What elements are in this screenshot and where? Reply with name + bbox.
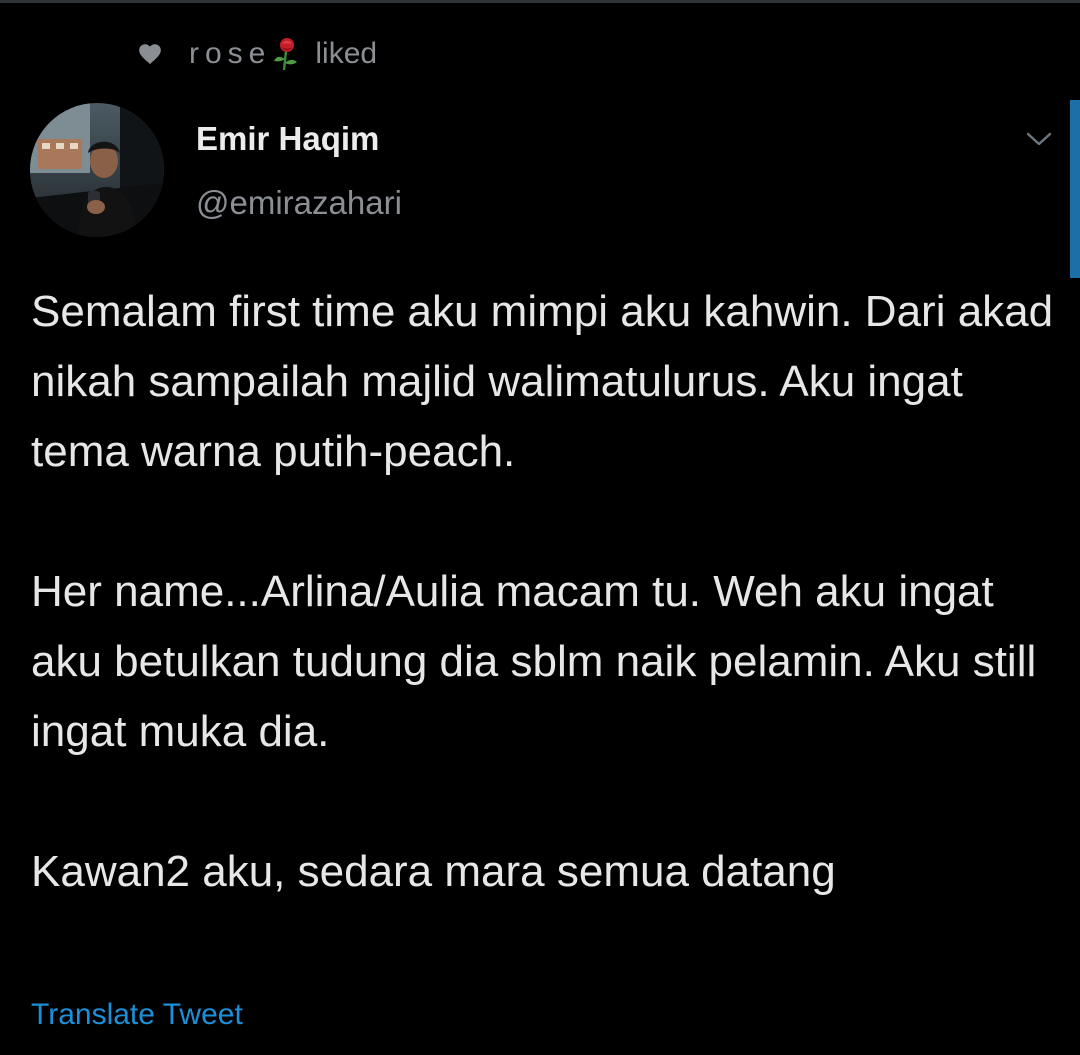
- liked-label: liked: [315, 37, 378, 70]
- top-divider: [0, 0, 1080, 3]
- liker-name[interactable]: rose: [189, 37, 271, 71]
- tweet-paragraph: Kawan2 aku, sedara mara semua datang: [31, 847, 836, 896]
- profile-photo: [30, 103, 164, 237]
- tweet-paragraph: Her name...Arlina/Aulia macam tu. Weh ak…: [31, 567, 1037, 756]
- translate-tweet-link[interactable]: Translate Tweet: [31, 998, 243, 1032]
- tweet-text: Semalam first time aku mimpi aku kahwin.…: [31, 277, 1061, 907]
- chevron-down-icon[interactable]: [1024, 128, 1054, 150]
- author-handle[interactable]: @emirazahari: [196, 184, 402, 222]
- avatar[interactable]: [30, 103, 164, 237]
- rose-emoji-icon: [274, 38, 298, 71]
- author-display-name[interactable]: Emir Haqim: [196, 120, 379, 158]
- heart-icon: [139, 44, 161, 65]
- tweet-paragraph: Semalam first time aku mimpi aku kahwin.…: [31, 287, 1054, 476]
- scroll-indicator[interactable]: [1070, 100, 1080, 278]
- social-context[interactable]: rose liked: [137, 36, 377, 72]
